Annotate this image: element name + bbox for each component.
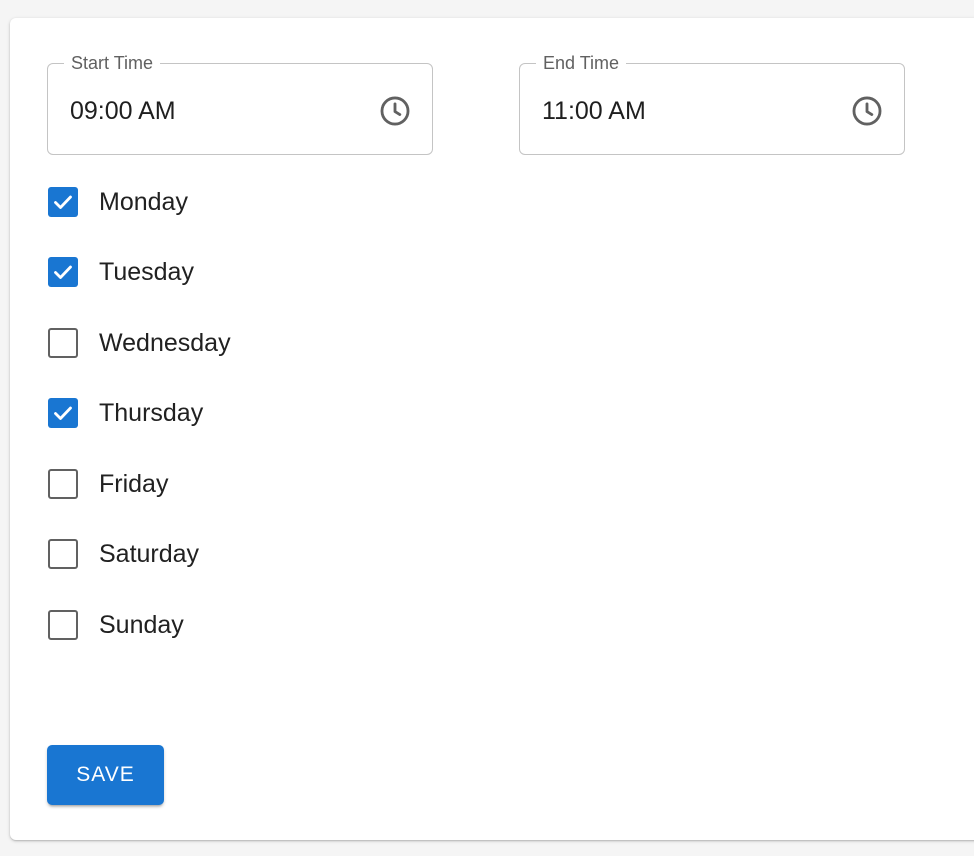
clock-icon	[380, 96, 410, 126]
schedule-card: Start Time 09:00 AM End Time 11:00 AM Mo…	[10, 18, 974, 840]
day-label-friday: Friday	[99, 470, 169, 498]
day-label-monday: Monday	[99, 188, 188, 216]
check-icon	[54, 195, 72, 209]
checkbox-sunday[interactable]	[48, 610, 78, 640]
end-time-field[interactable]: End Time 11:00 AM	[519, 52, 905, 155]
start-time-clock-icon[interactable]	[378, 94, 412, 128]
end-time-label: End Time	[536, 52, 627, 74]
day-checkbox-saturday[interactable]: Saturday	[48, 538, 199, 570]
check-icon	[54, 406, 72, 420]
checkbox-friday[interactable]	[48, 469, 78, 499]
checkbox-saturday[interactable]	[48, 539, 78, 569]
day-label-sunday: Sunday	[99, 611, 184, 639]
end-time-value[interactable]: 11:00 AM	[542, 96, 646, 126]
day-label-wednesday: Wednesday	[99, 329, 231, 357]
start-time-value[interactable]: 09:00 AM	[70, 96, 176, 126]
day-checkbox-wednesday[interactable]: Wednesday	[48, 327, 231, 359]
checkbox-monday[interactable]	[48, 187, 78, 217]
save-button[interactable]: SAVE	[47, 745, 164, 805]
day-label-tuesday: Tuesday	[99, 258, 194, 286]
checkbox-wednesday[interactable]	[48, 328, 78, 358]
start-time-field[interactable]: Start Time 09:00 AM	[47, 52, 433, 155]
checkbox-tuesday[interactable]	[48, 257, 78, 287]
start-time-label: Start Time	[64, 52, 161, 74]
end-time-clock-icon[interactable]	[850, 94, 884, 128]
day-checkbox-monday[interactable]: Monday	[48, 186, 188, 218]
check-icon	[54, 265, 72, 279]
day-checkbox-tuesday[interactable]: Tuesday	[48, 256, 194, 288]
checkbox-thursday[interactable]	[48, 398, 78, 428]
day-checkbox-friday[interactable]: Friday	[48, 468, 168, 500]
day-checkbox-sunday[interactable]: Sunday	[48, 609, 184, 641]
day-label-saturday: Saturday	[99, 540, 200, 568]
day-checkbox-thursday[interactable]: Thursday	[48, 397, 203, 429]
clock-icon	[852, 96, 882, 126]
day-label-thursday: Thursday	[99, 399, 204, 427]
